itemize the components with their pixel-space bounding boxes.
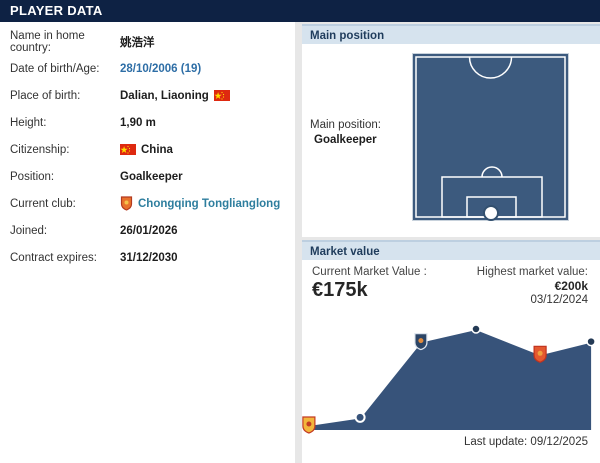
market-value-header: Market value <box>302 240 600 260</box>
market-value-panel: Market value Current Market Value : €175… <box>302 240 600 463</box>
goalkeeper-position-marker <box>483 205 499 221</box>
row-label: Current club: <box>10 197 76 210</box>
date-of-birth-link[interactable]: 28/10/2006 (19) <box>120 63 201 75</box>
row-current-club: Current club: Chongqing Tonglianglong <box>0 190 295 217</box>
row-label: Date of birth/Age: <box>10 62 100 75</box>
china-flag-icon: ★ <box>213 90 230 101</box>
row-value: 26/01/2026 <box>120 224 178 237</box>
row-value: 1,90 m <box>120 116 156 129</box>
row-label: Height: <box>10 116 47 129</box>
main-position-label: Main position: <box>310 119 381 131</box>
current-market-value: €175k <box>312 279 368 301</box>
chart-point-club-badge[interactable] <box>533 345 547 363</box>
club-badge-icon[interactable] <box>120 196 133 211</box>
player-profile-page: PLAYER DATA Name in home country: 姚浩洋 Da… <box>0 0 600 463</box>
player-data-panel: Name in home country: 姚浩洋 Date of birth/… <box>0 22 295 463</box>
chart-point-ring[interactable] <box>354 411 366 423</box>
highest-market-value: €200k <box>554 279 588 293</box>
highest-market-value-date: 03/12/2024 <box>530 294 588 306</box>
current-market-value-label: Current Market Value : <box>312 266 427 278</box>
svg-text:★: ★ <box>214 92 222 101</box>
row-label: Contract expires: <box>10 251 97 264</box>
chart-point-dot[interactable] <box>586 336 596 347</box>
row-label: Joined: <box>10 224 48 237</box>
row-label: Citizenship: <box>10 143 70 156</box>
highest-market-value-block: Highest market value: €200k 03/12/2024 <box>477 266 588 306</box>
pitch-graphic <box>411 52 570 222</box>
row-value: ★ China <box>120 143 173 156</box>
china-flag-icon: ★ <box>120 144 136 155</box>
svg-text:★: ★ <box>121 146 129 155</box>
row-name-home-country: Name in home country: 姚浩洋 <box>0 28 295 55</box>
chart-point-club-badge[interactable] <box>414 332 428 351</box>
main-position-value: Goalkeeper <box>314 134 377 146</box>
highest-market-value-label: Highest market value: <box>476 266 588 278</box>
row-contract-expires: Contract expires: 31/12/2030 <box>0 244 295 271</box>
last-update-text: Last update: 09/12/2025 <box>463 436 588 448</box>
row-label: Place of birth: <box>10 89 81 102</box>
row-value: 姚浩洋 <box>120 36 155 49</box>
row-position: Position: Goalkeeper <box>0 163 295 190</box>
row-value: Dalian, Liaoning ★ <box>120 90 230 102</box>
row-value: Goalkeeper <box>120 170 183 183</box>
main-position-text: Main position: Goalkeeper <box>310 118 381 148</box>
chart-point-dot[interactable] <box>471 324 481 334</box>
row-label: Position: <box>10 170 55 183</box>
row-place-of-birth: Place of birth: Dalian, Liaoning ★ <box>0 82 295 109</box>
row-joined: Joined: 26/01/2026 <box>0 217 295 244</box>
chart-point-club-badge[interactable] <box>302 416 316 434</box>
page-title: PLAYER DATA <box>0 0 600 22</box>
row-citizenship: Citizenship: ★ China <box>0 136 295 163</box>
row-height: Height: 1,90 m <box>0 109 295 136</box>
market-value-chart[interactable] <box>302 308 600 443</box>
main-position-panel: Main position Main position: Goalkeeper <box>302 24 600 237</box>
current-market-value-block: Current Market Value : €175k <box>312 266 427 302</box>
row-label: Name in home country: <box>10 29 85 54</box>
main-position-header: Main position <box>302 24 600 44</box>
current-club-link[interactable]: Chongqing Tonglianglong <box>120 196 280 211</box>
row-date-of-birth: Date of birth/Age: 28/10/2006 (19) <box>0 55 295 82</box>
row-value: 31/12/2030 <box>120 251 178 264</box>
